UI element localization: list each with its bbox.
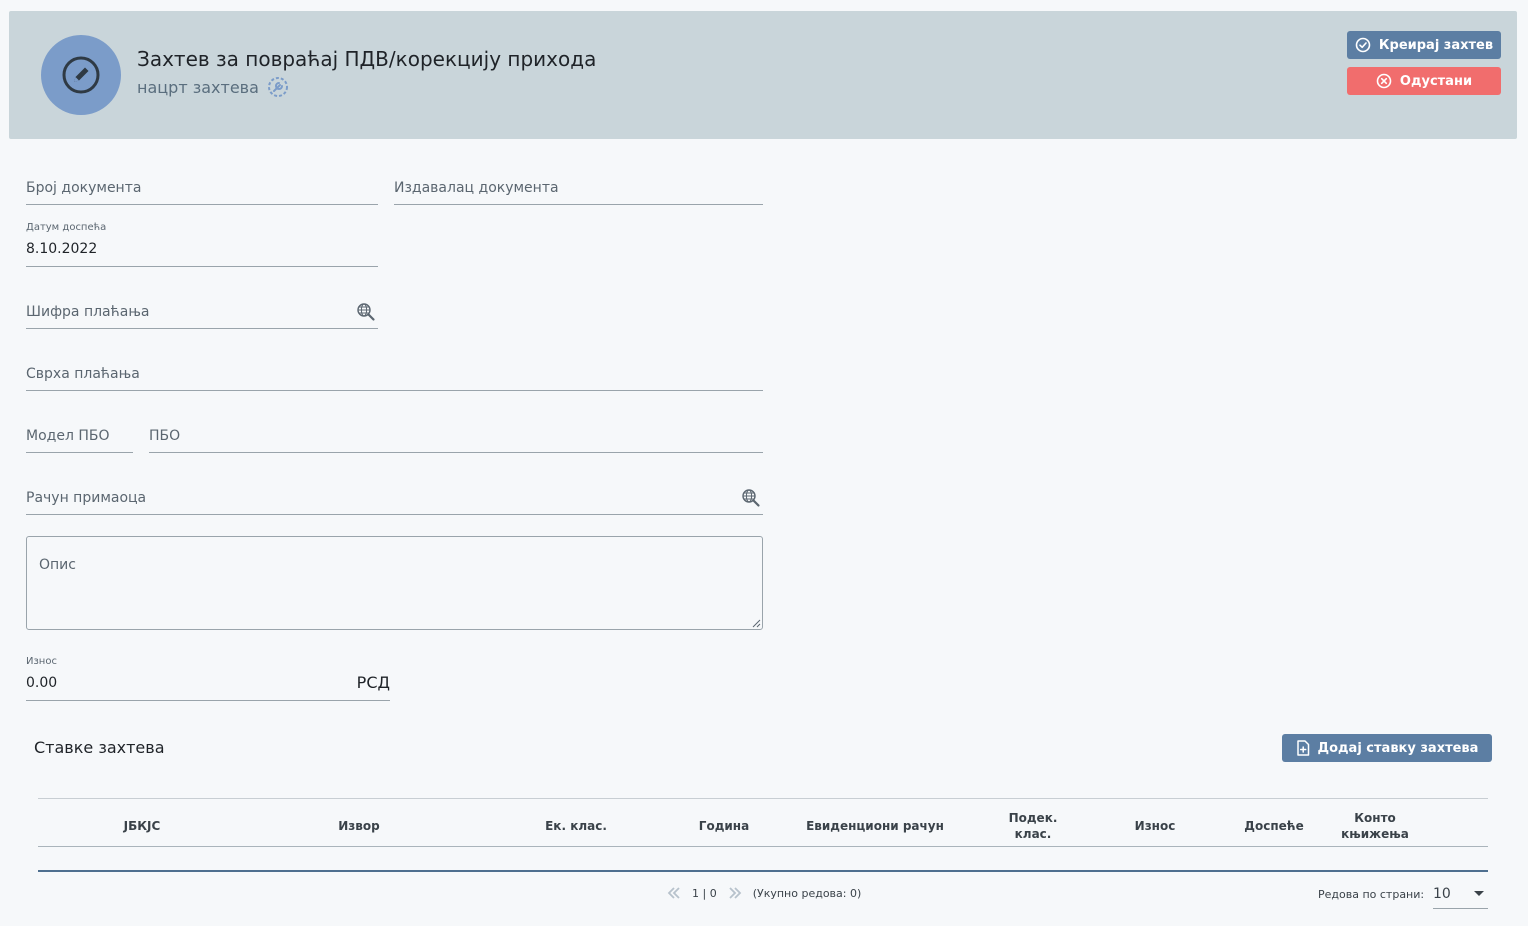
column-header-econ-class[interactable]: Ек. клас. [526, 806, 626, 846]
table-top-border [38, 798, 1488, 799]
table-bottom-border [38, 870, 1488, 872]
due-date-field[interactable]: Датум доспећа 8.10.2022 [26, 222, 378, 267]
due-date-value: 8.10.2022 [26, 241, 98, 257]
status-subtitle: нацрт захтева [137, 76, 289, 98]
double-chevron-right-icon[interactable] [727, 886, 743, 900]
create-request-label: Креирај захтев [1378, 37, 1494, 53]
description-textarea[interactable]: Опис [26, 536, 763, 630]
pencil-circle-icon [62, 56, 100, 94]
rows-per-page-value: 10 [1433, 886, 1451, 902]
add-item-label: Додај ставку захтева [1317, 740, 1479, 756]
description-placeholder: Опис [39, 557, 76, 573]
recipient-account-placeholder: Рачун примаоца [26, 490, 147, 506]
check-circle-icon [1355, 37, 1371, 53]
rows-per-page-select[interactable]: 10 [1433, 884, 1488, 909]
file-plus-icon [1296, 740, 1309, 756]
edit-avatar [41, 35, 121, 115]
amount-value: 0.00 [26, 675, 58, 691]
column-header-amount[interactable]: Износ [1115, 806, 1195, 846]
due-date-label: Датум доспећа [26, 222, 107, 233]
amount-label: Износ [26, 656, 57, 667]
payment-purpose-placeholder: Сврха плаћања [26, 366, 140, 382]
page-header: Захтев за повраћај ПДВ/корекцију прихода… [9, 11, 1517, 139]
page-title: Захтев за повраћај ПДВ/корекцију прихода [137, 47, 597, 71]
pbo-model-field[interactable]: Модел ПБО [26, 420, 133, 453]
close-circle-icon [1376, 73, 1392, 89]
amount-field[interactable]: Износ 0.00 РСД [26, 656, 390, 701]
payment-code-placeholder: Шифра плаћања [26, 304, 150, 320]
cancel-button[interactable]: Одустани [1347, 67, 1501, 95]
create-request-button[interactable]: Креирај захтев [1347, 31, 1501, 59]
pagination: 1 | 0 (Укупно редова: 0) [666, 886, 861, 900]
items-section-title: Ставке захтева [34, 738, 165, 757]
payment-code-field[interactable]: Шифра плаћања [26, 296, 378, 329]
pbo-model-placeholder: Модел ПБО [26, 428, 110, 444]
column-header-source[interactable]: Извор [309, 806, 409, 846]
column-header-record-account[interactable]: Евиденциони рачун [800, 806, 950, 846]
document-number-placeholder: Број документа [26, 180, 142, 196]
column-header-year[interactable]: Година [674, 806, 774, 846]
pbo-placeholder: ПБО [149, 428, 181, 444]
column-header-jbkjs[interactable]: ЈБКЈС [92, 806, 192, 846]
resize-handle-icon[interactable] [751, 618, 761, 628]
draft-status-icon [267, 77, 288, 97]
column-header-subclass[interactable]: Подек. клас. [998, 806, 1068, 846]
chevron-down-icon [1474, 891, 1484, 896]
document-issuer-field[interactable]: Издавалац документа [394, 172, 763, 205]
document-number-field[interactable]: Број документа [26, 172, 378, 205]
double-chevron-left-icon[interactable] [666, 886, 682, 900]
cancel-label: Одустани [1399, 73, 1473, 89]
search-globe-icon[interactable] [741, 488, 761, 508]
page-info: 1 | 0 [692, 886, 717, 900]
pbo-field[interactable]: ПБО [149, 420, 763, 453]
currency-label: РСД [356, 673, 390, 692]
document-issuer-placeholder: Издавалац документа [394, 180, 559, 196]
add-item-button[interactable]: Додај ставку захтева [1282, 734, 1492, 762]
payment-purpose-field[interactable]: Сврха плаћања [26, 358, 763, 391]
status-text: нацрт захтева [137, 77, 259, 97]
total-rows: (Укупно редова: 0) [752, 886, 862, 900]
search-globe-icon[interactable] [356, 302, 376, 322]
column-header-due[interactable]: Доспеће [1234, 806, 1314, 846]
table-header-divider [38, 846, 1488, 847]
column-header-posting-account[interactable]: Конто књижења [1335, 806, 1415, 846]
recipient-account-field[interactable]: Рачун примаоца [26, 482, 763, 515]
rows-per-page-label: Редова по страни: [1318, 888, 1425, 901]
